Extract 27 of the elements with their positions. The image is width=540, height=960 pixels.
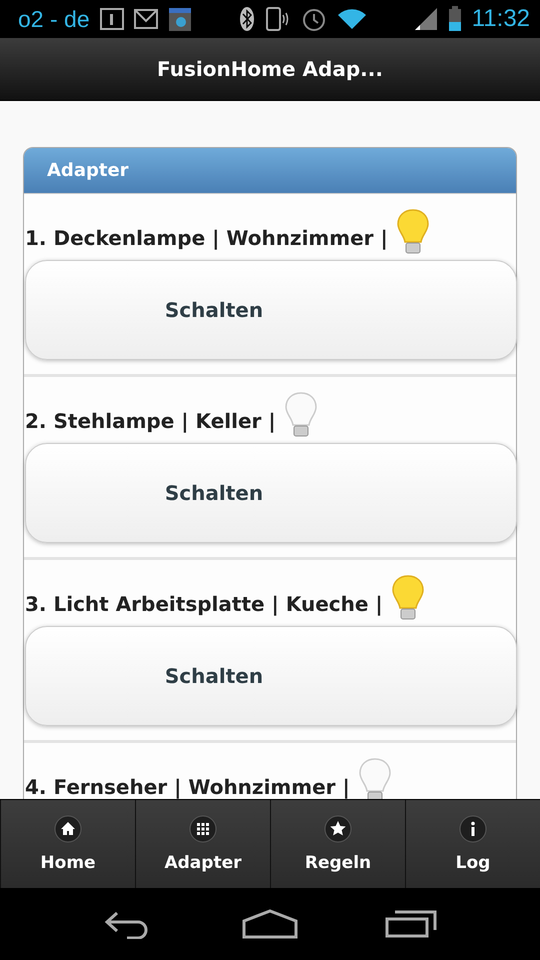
battery-icon [448, 6, 462, 32]
switch-button[interactable]: Schalten [25, 260, 517, 360]
clock-time: 11:32 [472, 5, 530, 33]
adapter-label: 2. Stehlampe | Keller | [25, 409, 276, 435]
grid-icon [189, 815, 217, 843]
signal-icon [414, 7, 438, 31]
bluetooth-icon [238, 6, 255, 32]
recent-apps-icon[interactable] [384, 909, 437, 939]
wifi-icon [336, 7, 367, 31]
alarm-icon [300, 6, 327, 32]
mail-icon [134, 9, 158, 29]
info-icon [459, 815, 487, 843]
switch-button[interactable]: Schalten [25, 443, 517, 543]
tab-button[interactable]: Adapter [135, 800, 270, 888]
home-icon[interactable] [242, 909, 298, 939]
card-title: Adapter [47, 160, 129, 181]
tab-button[interactable]: Regeln [270, 800, 405, 888]
adapter-label: 4. Fernseher | Wohnzimmer | [25, 775, 350, 799]
tab-button[interactable]: Home [0, 800, 135, 888]
page-title: FusionHome Adap... [157, 57, 383, 81]
adapter-label: 1. Deckenlampe | Wohnzimmer | [25, 226, 388, 252]
switch-button[interactable]: Schalten [25, 626, 517, 726]
home-icon [54, 815, 82, 843]
adapter-label: 3. Licht Arbeitsplatte | Kueche | [25, 592, 383, 618]
tab-button[interactable]: Log [405, 800, 540, 888]
phone-vibrate-icon [264, 6, 291, 32]
carrier-name: o2 - de [18, 6, 90, 32]
